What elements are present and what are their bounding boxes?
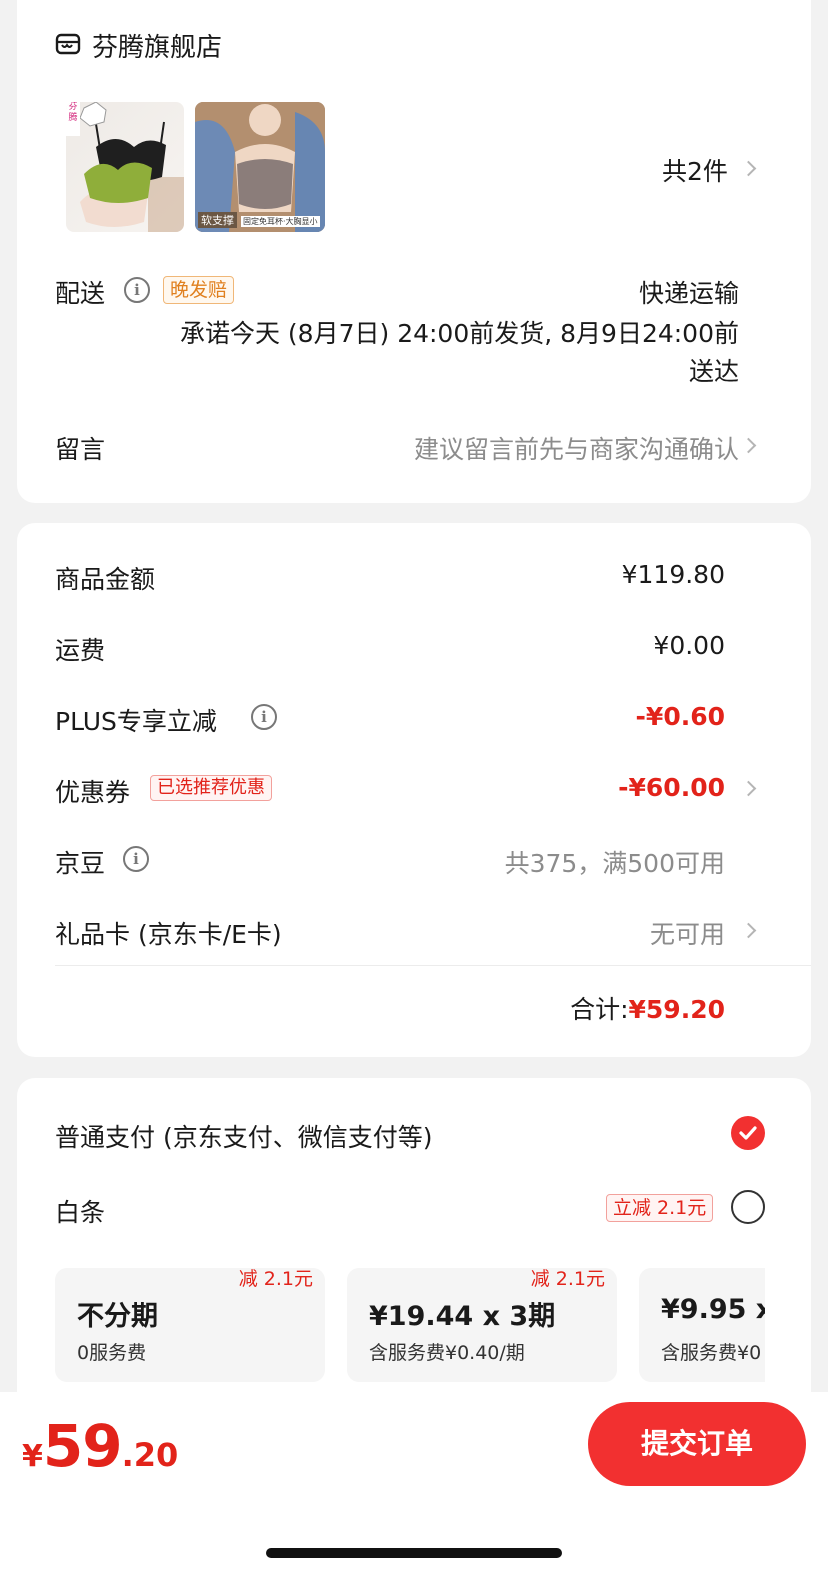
product-thumbnail[interactable]: 软支撑 固定免耳杯·大胸显小 xyxy=(195,102,325,232)
gift-card-label: 礼品卡 (京东卡/E卡) xyxy=(55,920,282,949)
price-summary-card: 商品金额 ¥119.80 运费 ¥0.00 PLUS专享立减 i -¥0.60 … xyxy=(17,523,811,1057)
info-icon[interactable]: i xyxy=(123,846,149,872)
plan-title: ¥19.44 x 3期 xyxy=(369,1301,556,1332)
currency-symbol: ¥ xyxy=(22,1439,43,1474)
plus-discount-value: -¥0.60 xyxy=(635,702,725,731)
late-compensation-tag: 晚发赔 xyxy=(163,276,235,304)
gift-card-value[interactable]: 无可用 xyxy=(650,915,725,951)
coupon-tag: 已选推荐优惠 xyxy=(150,775,272,801)
brand-badge: 芬腾 xyxy=(66,102,80,136)
plan-discount-badge: 减 2.1元 xyxy=(238,1268,313,1290)
chevron-right-icon xyxy=(740,437,757,454)
delivery-promise-cont: 送达 xyxy=(688,357,739,386)
price-integer: 59 xyxy=(42,1412,123,1480)
divider xyxy=(55,965,811,966)
price-decimal: .20 xyxy=(121,1436,179,1474)
chevron-right-icon xyxy=(740,922,757,939)
plus-discount-label: PLUS专享立减 xyxy=(55,707,217,736)
plan-fee: 0服务费 xyxy=(77,1342,147,1364)
product-caption: 固定免耳杯·大胸显小 xyxy=(241,216,320,227)
info-icon[interactable]: i xyxy=(251,704,277,730)
submit-order-button[interactable]: 提交订单 xyxy=(588,1402,806,1486)
store-icon xyxy=(55,32,81,60)
plan-fee: 含服务费¥0.40/期 xyxy=(369,1342,525,1364)
plan-title: ¥9.95 x xyxy=(661,1294,765,1325)
delivery-promise: 承诺今天 (8月7日) 24:00前发货, 8月9日24:00前 xyxy=(179,319,739,348)
message-label: 留言 xyxy=(55,435,106,464)
item-count[interactable]: 共2件 xyxy=(662,152,728,188)
installment-option[interactable]: ¥9.95 x 含服务费¥0 xyxy=(639,1268,765,1382)
chevron-right-icon xyxy=(740,780,757,797)
total-row: 合计:¥59.20 xyxy=(570,990,725,1026)
chevron-right-icon xyxy=(740,160,757,177)
installment-option[interactable]: 减 2.1元 不分期 0服务费 xyxy=(55,1268,325,1382)
plan-discount-badge: 减 2.1元 xyxy=(530,1268,605,1290)
order-card: 芬腾旗舰店 芬腾 软支撑 固定免耳杯·大胸显小 共2件 配送 i 晚发赔 快递运… xyxy=(17,0,811,503)
jd-beans-value: 共375，满500可用 xyxy=(504,849,725,878)
checkout-bar: ¥59.20 提交订单 xyxy=(0,1392,828,1586)
home-indicator xyxy=(266,1548,562,1558)
pay-amount: ¥59.20 xyxy=(22,1412,178,1480)
message-input[interactable]: 建议留言前先与商家沟通确认 xyxy=(414,430,739,466)
info-icon[interactable]: i xyxy=(124,277,150,303)
coupon-value[interactable]: -¥60.00 xyxy=(618,773,725,802)
product-thumbnail[interactable]: 芬腾 xyxy=(66,102,184,232)
total-label: 合计: xyxy=(570,995,629,1024)
shipping-label: 运费 xyxy=(55,636,106,665)
delivery-method[interactable]: 快递运输 xyxy=(639,274,739,310)
plan-fee: 含服务费¥0 xyxy=(661,1342,762,1364)
plan-title: 不分期 xyxy=(77,1301,158,1332)
shipping-value: ¥0.00 xyxy=(653,631,725,660)
installment-option[interactable]: 减 2.1元 ¥19.44 x 3期 含服务费¥0.40/期 xyxy=(347,1268,617,1382)
delivery-label: 配送 xyxy=(55,279,106,308)
jd-beans-label: 京豆 xyxy=(55,849,106,878)
store-name[interactable]: 芬腾旗舰店 xyxy=(92,27,222,64)
total-value: ¥59.20 xyxy=(628,995,725,1024)
goods-amount-value: ¥119.80 xyxy=(621,560,725,589)
goods-amount-label: 商品金额 xyxy=(55,565,156,594)
support-label: 软支撑 xyxy=(198,212,237,228)
coupon-label: 优惠券 xyxy=(55,778,131,807)
